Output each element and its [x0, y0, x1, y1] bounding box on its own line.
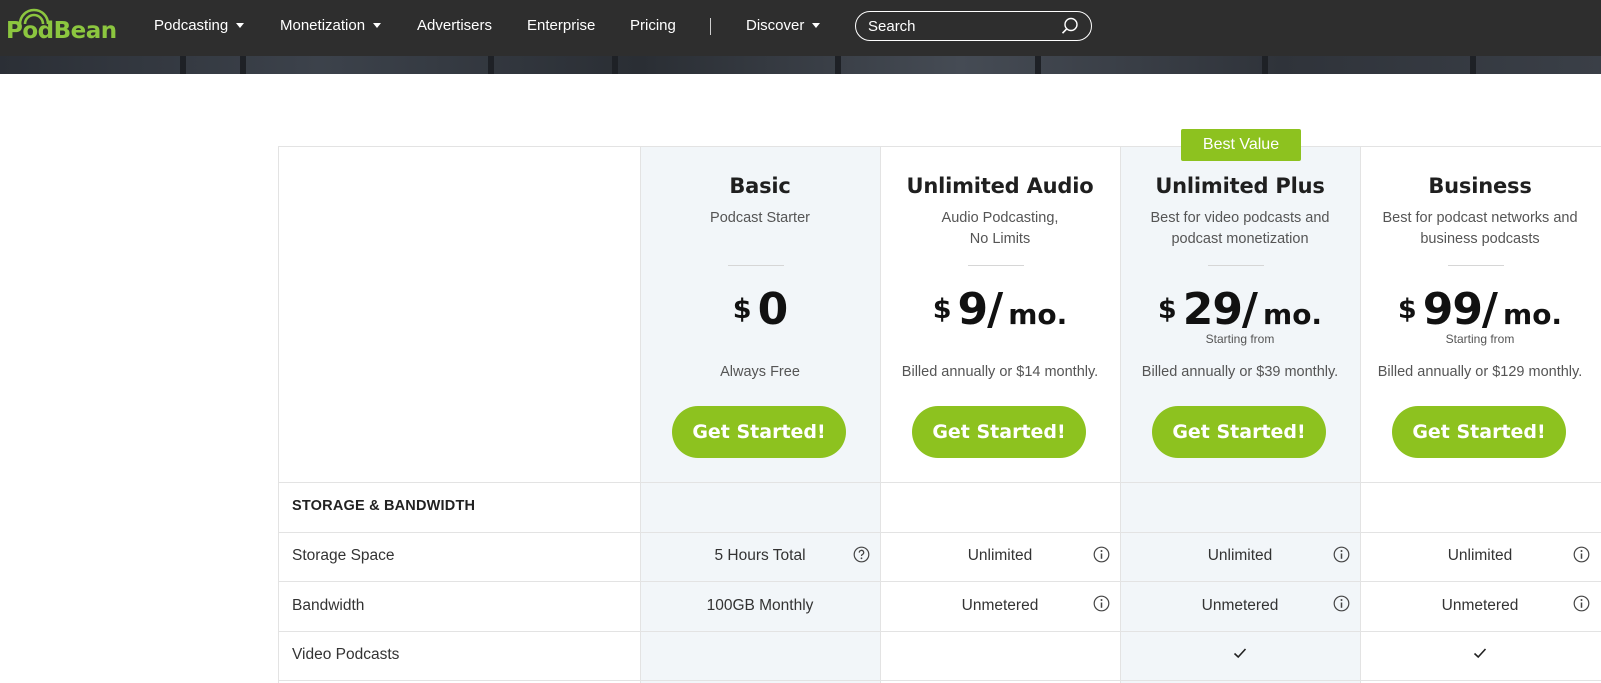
row-divider — [278, 532, 1601, 533]
bandwidth-basic: 100GB Monthly — [706, 597, 814, 614]
price-period: mo. — [1263, 298, 1323, 331]
price-period: mo. — [1503, 298, 1563, 331]
price-period: mo. — [1008, 298, 1068, 331]
nav-discover-label: Discover — [746, 17, 805, 34]
bandwidth-business: Unmetered — [1441, 597, 1519, 614]
search-box — [855, 11, 1092, 41]
get-started-button[interactable]: Get Started! — [1152, 406, 1326, 458]
help-icon[interactable] — [853, 546, 870, 563]
plan-price: $99/mo. — [1360, 284, 1600, 335]
nav-pricing-label: Pricing — [630, 17, 676, 34]
plan-divider — [968, 265, 1024, 266]
plan-divider — [728, 265, 784, 266]
billing-note: Billed annually or $14 monthly. — [901, 364, 1099, 380]
billing-note: Always Free — [720, 364, 800, 380]
currency-symbol: $ — [1397, 294, 1417, 325]
plan-subtitle: Podcast Starter — [710, 210, 810, 226]
plan-divider — [1448, 265, 1504, 266]
nav-podcasting-label: Podcasting — [154, 17, 229, 34]
info-icon[interactable] — [1333, 595, 1350, 612]
nav-monetization[interactable]: Monetization — [280, 0, 382, 52]
price-amount: 0 — [757, 284, 789, 335]
price-amount: 99/ — [1422, 284, 1498, 335]
plan-divider — [1208, 265, 1264, 266]
plan-name: Basic — [729, 174, 791, 198]
check-icon — [1233, 648, 1247, 659]
plan-name: Unlimited Audio — [906, 174, 1094, 198]
plan-price: $29/mo. — [1120, 284, 1360, 335]
billing-note: Billed annually or $129 monthly. — [1377, 364, 1583, 380]
row-label-storage: Storage Space — [292, 547, 395, 564]
storage-unlimited-audio: Unlimited — [967, 547, 1033, 564]
nav-divider — [710, 18, 711, 35]
starting-from-note: Starting from — [1205, 332, 1275, 346]
search-icon[interactable] — [1061, 17, 1079, 35]
plan-subtitle: Audio Podcasting, No Limits — [941, 210, 1059, 247]
get-started-button[interactable]: Get Started! — [912, 406, 1086, 458]
get-started-button[interactable]: Get Started! — [672, 406, 846, 458]
podbean-logo[interactable]: PodBean — [6, 8, 118, 48]
caret-down-icon — [236, 22, 245, 28]
logo-text: PodBean — [6, 18, 117, 44]
nav-podcasting[interactable]: Podcasting — [154, 0, 245, 52]
nav-enterprise[interactable]: Enterprise — [527, 0, 595, 52]
nav-enterprise-label: Enterprise — [527, 17, 596, 34]
caret-down-icon — [812, 22, 821, 28]
bandwidth-unlimited-audio: Unmetered — [961, 597, 1039, 614]
nav-advertisers-label: Advertisers — [417, 17, 493, 34]
nav-advertisers[interactable]: Advertisers — [417, 0, 492, 52]
currency-symbol: $ — [732, 294, 752, 325]
plan-name: Unlimited Plus — [1155, 174, 1325, 198]
row-divider — [278, 581, 1601, 582]
search-input[interactable] — [868, 16, 1048, 36]
price-amount: 9/ — [957, 284, 1004, 335]
row-divider — [278, 680, 1601, 681]
caret-down-icon — [373, 22, 382, 28]
currency-symbol: $ — [932, 294, 952, 325]
nav-monetization-label: Monetization — [280, 17, 366, 34]
row-divider — [278, 631, 1601, 632]
top-nav: PodBean Podcasting Monetization Advertis… — [0, 0, 1601, 56]
section-title: STORAGE & BANDWIDTH — [292, 498, 476, 514]
row-divider — [278, 482, 1601, 483]
best-value-badge: Best Value — [1181, 129, 1301, 161]
get-started-button[interactable]: Get Started! — [1392, 406, 1566, 458]
row-label-bandwidth: Bandwidth — [292, 597, 365, 614]
nav-discover[interactable]: Discover — [746, 0, 821, 52]
info-icon[interactable] — [1573, 595, 1590, 612]
check-icon — [1473, 648, 1487, 659]
bandwidth-unlimited-plus: Unmetered — [1201, 597, 1279, 614]
currency-symbol: $ — [1157, 294, 1177, 325]
hero-banner-edge — [0, 56, 1601, 74]
billing-note: Billed annually or $39 monthly. — [1141, 364, 1339, 380]
plan-price: $0 — [640, 284, 880, 335]
nav-pricing[interactable]: Pricing — [630, 0, 676, 52]
info-icon[interactable] — [1333, 546, 1350, 563]
starting-from-note: Starting from — [1445, 332, 1515, 346]
plan-price: $9/mo. — [880, 284, 1120, 335]
info-icon[interactable] — [1573, 546, 1590, 563]
storage-business: Unlimited — [1447, 547, 1513, 564]
plan-name: Business — [1428, 174, 1532, 198]
row-label-video: Video Podcasts — [292, 646, 400, 663]
storage-unlimited-plus: Unlimited — [1207, 547, 1273, 564]
storage-basic: 5 Hours Total — [714, 547, 806, 564]
price-amount: 29/ — [1182, 284, 1258, 335]
info-icon[interactable] — [1093, 595, 1110, 612]
plan-subtitle: Best for podcast networks and business p… — [1382, 210, 1578, 247]
plan-subtitle: Best for video podcasts and podcast mone… — [1150, 210, 1330, 247]
info-icon[interactable] — [1093, 546, 1110, 563]
